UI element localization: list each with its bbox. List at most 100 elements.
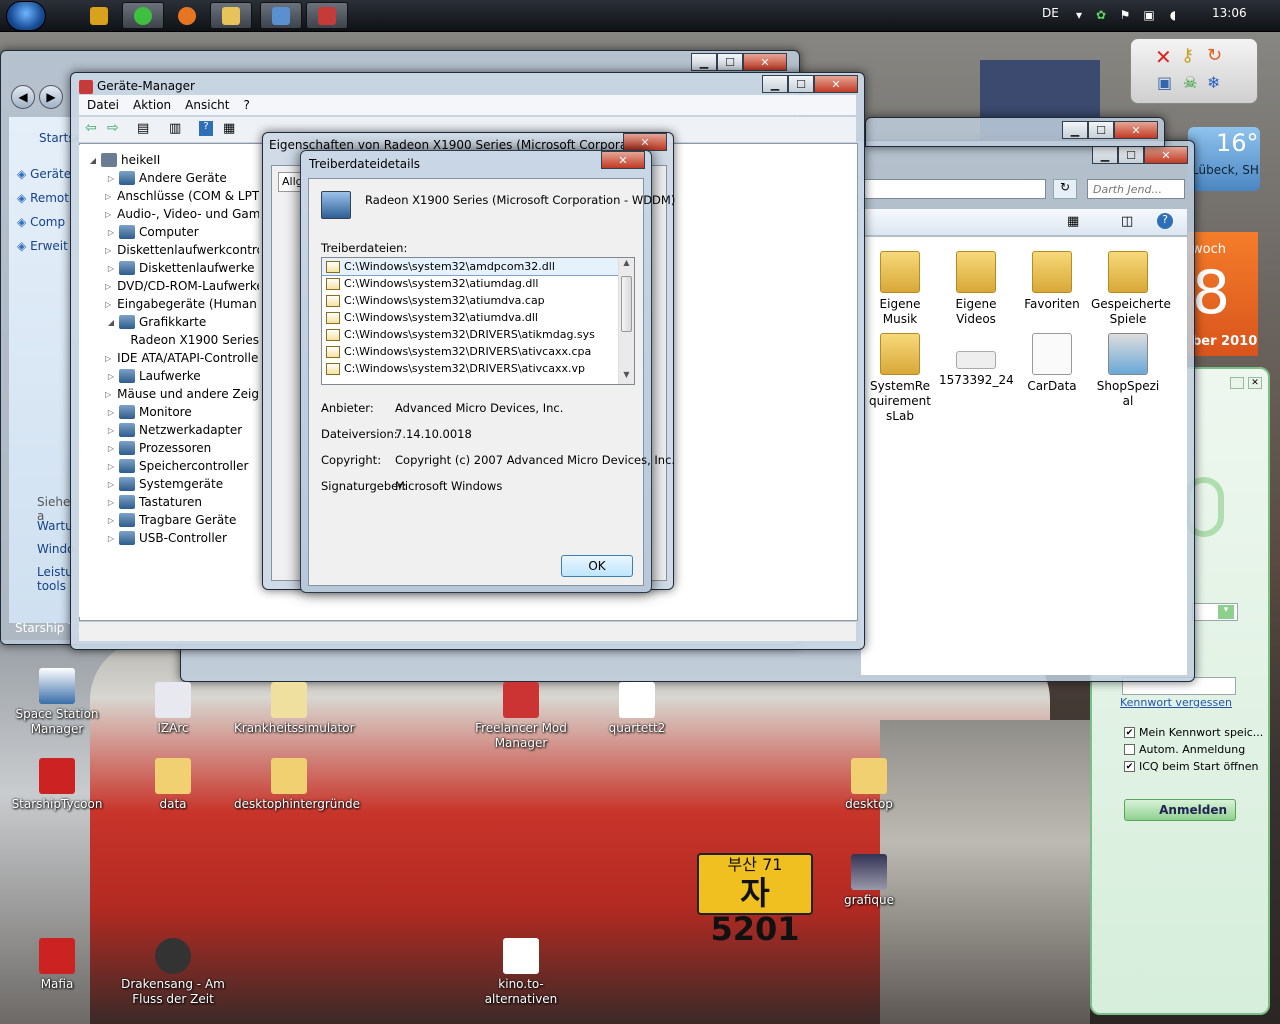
expand-icon[interactable]: ▷ (105, 426, 117, 435)
option-save-password[interactable]: ✔ Mein Kennwort speic... (1124, 724, 1263, 741)
expand-icon[interactable]: ▷ (105, 534, 117, 543)
folder-systemrequirementslab[interactable]: SystemRequirementsLab (863, 333, 937, 424)
tree-category[interactable]: ▷ Diskettenlaufwerkcontroller (79, 241, 259, 259)
sidebar-link[interactable]: ◈ Comp (17, 215, 65, 229)
minimize-button[interactable]: ▁ (762, 75, 788, 93)
expand-icon[interactable]: ▷ (105, 408, 117, 417)
key-icon[interactable]: ⚷ (1181, 45, 1194, 66)
expand-icon[interactable]: ▷ (105, 516, 117, 525)
tree-category[interactable]: ▷ Tastaturen (79, 493, 259, 511)
start-button[interactable] (6, 1, 46, 31)
tree-category[interactable]: ▷ Computer (79, 223, 259, 241)
maximize-button[interactable]: ☐ (788, 75, 814, 93)
expand-icon[interactable]: ▷ (105, 444, 117, 453)
language-indicator[interactable]: DE (1042, 6, 1059, 20)
address-bar[interactable] (861, 179, 1046, 199)
tree-root[interactable]: ◢ heikeII (79, 151, 259, 169)
skull-icon[interactable]: ☠ (1183, 73, 1197, 92)
desktop-icon-desktophintergruende[interactable]: desktophintergründe (234, 758, 360, 812)
checkbox[interactable]: ✔ (1124, 761, 1135, 772)
chevron-down-icon[interactable]: ▾ (1072, 8, 1086, 22)
desktop-icon-krankheitssimulator[interactable]: Krankheitssimulator (234, 682, 355, 736)
scroll-up-icon[interactable]: ▲ (619, 258, 634, 272)
driver-file-item[interactable]: C:\Windows\system32\atiumdva.dll (322, 309, 634, 326)
lock-icon[interactable]: ▣ (1157, 73, 1172, 92)
menu-datei[interactable]: Datei (87, 98, 119, 112)
restart-icon[interactable]: ↻ (1207, 45, 1222, 66)
maximize-button[interactable]: ☐ (1118, 146, 1144, 164)
maximize-button[interactable]: ☐ (1088, 121, 1114, 139)
network-icon[interactable]: ▣ (1142, 8, 1156, 22)
desktop-icon-data[interactable]: data (118, 758, 228, 812)
expand-icon[interactable]: ▷ (105, 480, 117, 489)
file-shopspezial[interactable]: ShopSpezial (1091, 333, 1165, 409)
tree-category[interactable]: ▷ Diskettenlaufwerke (79, 259, 259, 277)
taskbar-control-panel-button[interactable] (260, 2, 302, 29)
flag-icon[interactable]: ⚑ (1118, 8, 1132, 22)
tree-category[interactable]: ▷ DVD/CD-ROM-Laufwerke (79, 277, 259, 295)
driver-file-item[interactable]: C:\Windows\system32\DRIVERS\atikmdag.sys (322, 326, 634, 343)
taskbar-device-manager-button[interactable] (306, 2, 348, 29)
forward-arrow-icon[interactable]: ⇨ (107, 120, 119, 136)
minimize-button[interactable]: ▁ (1092, 146, 1118, 164)
expand-icon[interactable]: ▷ (105, 228, 117, 237)
driver-file-list[interactable]: C:\Windows\system32\amdpcom32.dll C:\Wind… (321, 257, 635, 385)
close-button[interactable]: ✕ (623, 133, 667, 151)
tree-category[interactable]: ▷ Prozessoren (79, 439, 259, 457)
refresh-icon[interactable]: ↻ (1053, 179, 1077, 199)
scroll-down-icon[interactable]: ▼ (619, 370, 634, 384)
close-button[interactable]: ✕ (814, 75, 858, 93)
tree-category[interactable]: ▷ Andere Geräte (79, 169, 259, 187)
close-button[interactable]: ✕ (601, 151, 645, 169)
expand-icon[interactable]: ▷ (105, 390, 111, 399)
close-button[interactable]: ✕ (1248, 377, 1262, 389)
taskbar-explorer-button[interactable] (210, 2, 252, 29)
maximize-button[interactable]: ☐ (717, 53, 743, 71)
preview-pane-icon[interactable]: ◫ (1121, 214, 1133, 229)
checkbox[interactable] (1124, 744, 1135, 755)
tree-category[interactable]: ▷ Audio-, Video- und Gamecontroller (79, 205, 259, 223)
folder-eigene-musik[interactable]: Eigene Musik (863, 251, 937, 327)
desktop-icon-grafique[interactable]: grafique (814, 854, 924, 908)
checkbox[interactable]: ✔ (1124, 727, 1135, 738)
expand-icon[interactable]: ▷ (105, 282, 111, 291)
tree-category[interactable]: ▷ Laufwerke (79, 367, 259, 385)
expand-icon[interactable]: ▷ (105, 354, 111, 363)
views-icon[interactable]: ▦ (1067, 214, 1079, 229)
tree-category[interactable]: ▷ Anschlüsse (COM & LPT) (79, 187, 259, 205)
minimize-button[interactable] (1230, 377, 1244, 389)
desktop-icon-quartett2[interactable]: quartett2 (582, 682, 692, 736)
close-button[interactable]: ✕ (1114, 121, 1158, 139)
expand-icon[interactable]: ▷ (105, 372, 117, 381)
expand-icon[interactable]: ▷ (105, 210, 111, 219)
expand-icon[interactable]: ▷ (105, 174, 117, 183)
taskbar-firefox-button[interactable] (166, 2, 208, 29)
scan-icon[interactable]: ▦ (223, 121, 235, 136)
back-icon[interactable]: ◀ (11, 85, 35, 109)
menu-ansicht[interactable]: Ansicht (185, 98, 229, 112)
close-button[interactable]: ✕ (743, 53, 787, 71)
calendar-gadget[interactable]: woch 8 ber 2010 (1188, 232, 1258, 356)
tree-category[interactable]: ▷ Netzwerkadapter (79, 421, 259, 439)
driver-file-item[interactable]: C:\Windows\system32\DRIVERS\ativcaxx.vp (322, 360, 634, 377)
tree-category[interactable]: ▷ Systemgeräte (79, 475, 259, 493)
help-icon[interactable]: ? (199, 121, 213, 136)
scrollbar-thumb[interactable] (621, 276, 632, 332)
minimize-button[interactable]: ▁ (1062, 121, 1088, 139)
sidebar-link[interactable]: ◈ Geräte (17, 167, 71, 181)
taskbar-tool-button[interactable] (78, 2, 120, 29)
desktop-icon-freelancer-mod-manager[interactable]: Freelancer Mod Manager (466, 682, 576, 751)
vertical-scrollbar[interactable]: ▲ ▼ (618, 258, 634, 384)
desktop-icon-desktop[interactable]: desktop (814, 758, 924, 812)
forgot-password-link[interactable]: Kennwort vergessen (1120, 696, 1232, 709)
collapse-icon[interactable]: ◢ (87, 156, 99, 165)
desktop-icon-kino-to-alternativen[interactable]: kino.to-alternativen (466, 938, 576, 1007)
sidebar-link[interactable]: ◈ Remot (17, 191, 69, 205)
clock[interactable]: 13:06 (1212, 6, 1247, 20)
tree-category[interactable]: ▷ Mäuse und andere Zeigegeräte (79, 385, 259, 403)
tree-category[interactable]: ◢ Grafikkarte (79, 313, 259, 331)
desktop-icon-drakensang[interactable]: Drakensang - Am Fluss der Zeit (118, 938, 228, 1007)
desktop-icon-space-station-manager[interactable]: Space Station Manager (2, 668, 112, 737)
snowflake-icon[interactable]: ❄ (1207, 73, 1220, 92)
driver-file-item[interactable]: C:\Windows\system32\amdpcom32.dll (322, 258, 634, 276)
